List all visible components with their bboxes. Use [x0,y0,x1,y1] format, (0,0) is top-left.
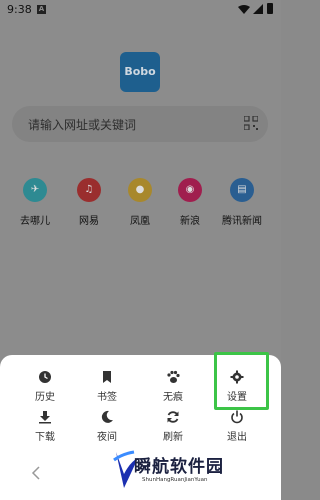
watermark-subtitle: ShunHangRuanJianYuan [142,477,208,483]
menu-refresh-button[interactable]: 刷新 [146,410,200,443]
clock-icon [39,371,51,383]
download-icon [39,411,51,424]
menu-label: 退出 [227,432,247,443]
search-placeholder: 请输入网址或关键词 [28,118,137,132]
moon-icon [101,410,113,423]
quick-site-label: 新浪 [180,216,200,227]
status-bar: 9:38 A [0,0,281,22]
menu-exit-button[interactable]: 退出 [210,410,264,443]
qr-scan-icon[interactable] [244,116,258,130]
status-time: 9:38 [7,3,32,16]
menu-label: 无痕 [163,392,183,403]
battery-icon [267,3,273,14]
quick-site-label: 腾讯新闻 [222,216,262,227]
signal-icon [253,4,263,14]
app-logo: Bobo [120,52,160,92]
notification-a-icon: A [37,5,46,14]
chevron-left-icon[interactable] [30,466,42,480]
menu-incognito-button[interactable]: 无痕 [146,370,200,403]
menu-label: 夜间 [97,432,117,443]
quick-site-label: 去哪儿 [20,216,50,227]
menu-night-mode-button[interactable]: 夜间 [80,410,134,443]
menu-bookmarks-button[interactable]: 书签 [80,370,134,403]
refresh-icon [167,411,179,423]
menu-label: 书签 [97,392,117,403]
quick-site-ifeng[interactable]: ● 凤凰 [118,178,162,227]
menu-label: 历史 [35,392,55,403]
menu-history-button[interactable]: 历史 [18,370,72,403]
menu-label: 下载 [35,432,55,443]
phoenix-icon: ● [128,178,152,202]
news-icon: ▤ [230,178,254,202]
paw-icon [167,370,180,383]
search-bar[interactable]: 请输入网址或关键词 [12,106,268,142]
menu-label: 刷新 [163,432,183,443]
quick-site-label: 凤凰 [130,216,150,227]
watermark-title: 瞬航软件园 [134,457,224,477]
weibo-icon: ◉ [178,178,202,202]
quick-site-sina[interactable]: ◉ 新浪 [168,178,212,227]
plane-icon: ✈ [23,178,47,202]
bookmark-icon [103,371,111,383]
settings-highlight-box [214,352,269,410]
wifi-icon [238,5,250,14]
menu-download-button[interactable]: 下载 [18,410,72,443]
watermark: 瞬航软件园 ShunHangRuanJianYuan [112,446,272,498]
quick-site-qunar[interactable]: ✈ 去哪儿 [13,178,57,227]
quick-site-tencent-news[interactable]: ▤ 腾讯新闻 [220,178,264,227]
quick-site-label: 网易 [79,216,99,227]
quick-site-netease[interactable]: ♫ 网易 [67,178,111,227]
power-icon [231,410,243,424]
music-icon: ♫ [77,178,101,202]
